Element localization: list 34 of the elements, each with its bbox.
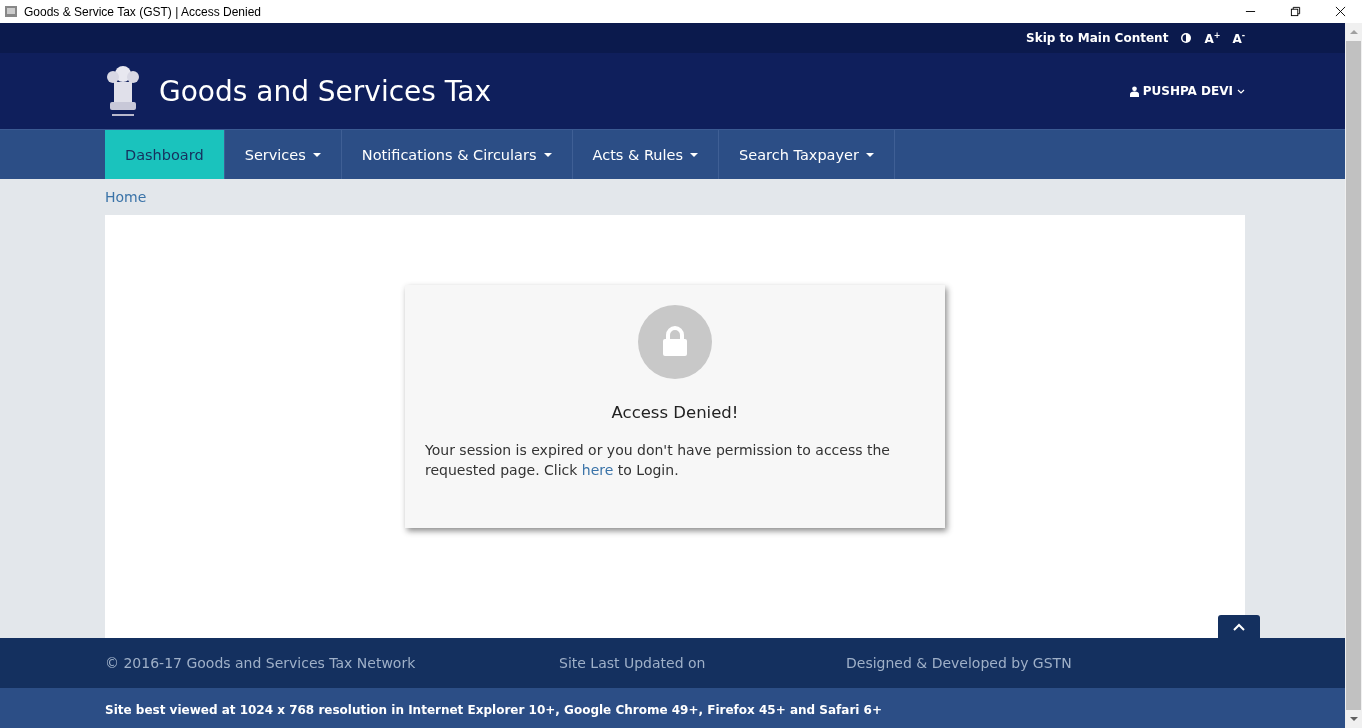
chevron-up-icon [1233,622,1245,631]
user-icon [1129,85,1139,97]
scrollbar[interactable] [1345,23,1362,728]
login-link[interactable]: here [581,462,614,478]
close-icon[interactable] [1335,6,1346,17]
lock-icon [638,305,712,379]
scroll-thumb[interactable] [1346,41,1361,710]
user-menu[interactable]: PUSHPA DEVI [1129,84,1245,98]
restore-icon[interactable] [1290,6,1301,17]
skip-link[interactable]: Skip to Main Content [1026,31,1169,45]
back-to-top-button[interactable] [1218,615,1260,638]
footer-note: Site best viewed at 1024 x 768 resolution in Internet Explorer 10+, Google Chrome 49+, Firefox 45+ and Safari 6+ [105,702,882,717]
breadcrumb-link[interactable]: Home [105,189,147,205]
window-title: Goods & Service Tax (GST) | Access Denied [24,4,261,19]
chevron-icon [1237,88,1245,94]
caret-icon [865,152,874,157]
scroll-down-icon[interactable] [1349,716,1358,722]
font-increase-button[interactable]: A$^{+}$ [1204,30,1221,46]
dialog-title: Access Denied! [611,403,739,422]
nav-tab[interactable]: Services [224,130,342,179]
footer-text: Designed & Developed by GSTN [846,655,1072,671]
font-decrease-button[interactable]: A$^{-}$ [1232,30,1245,46]
caret-icon [690,152,699,157]
dialog-message: Your session is expired or you don't have permission to access the requested page. Click here to Login. [425,441,891,480]
footer-text: © 2016-17 Goods and Services Tax Network [105,655,417,671]
nav-tab[interactable]: Notifications & Circulars [341,130,573,179]
contrast-icon[interactable] [1180,32,1193,44]
footer-text: Site Last Updated on [559,655,707,671]
caret-icon [543,152,552,157]
caret-icon [312,152,321,157]
nav-tab[interactable]: Dashboard [105,130,225,179]
site-title: Goods and Services Tax [159,74,491,108]
nav-tab[interactable]: Search Taxpayer [719,130,895,179]
nav-tab[interactable]: Acts & Rules [572,130,720,179]
